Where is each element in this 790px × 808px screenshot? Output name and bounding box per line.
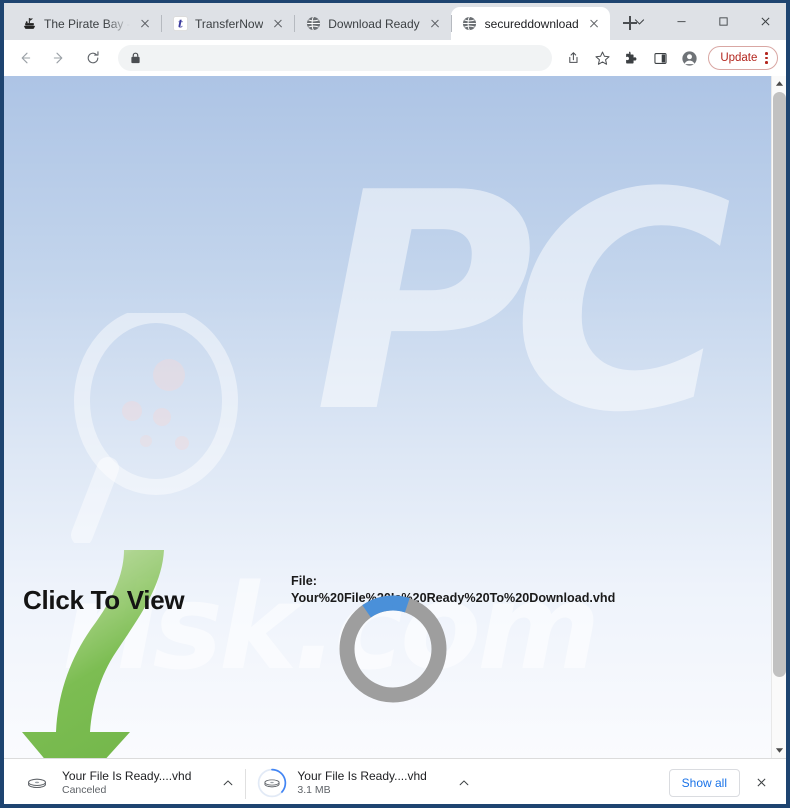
download-shelf: Your File Is Ready....vhd Canceled Your … [4, 758, 786, 804]
download-item[interactable]: Your File Is Ready....vhd 3.1 MB [245, 763, 482, 803]
curved-green-arrow-icon [12, 546, 232, 758]
minimize-button[interactable] [660, 6, 702, 38]
browser-toolbar: Update [4, 40, 786, 76]
update-label: Update [720, 52, 758, 64]
address-bar[interactable] [118, 45, 553, 71]
tab-the-pirate-bay[interactable]: The Pirate Bay - T [10, 7, 161, 40]
star-icon[interactable] [588, 44, 616, 72]
transfernow-t-icon: t [172, 16, 188, 32]
page-scrollbar[interactable] [771, 76, 786, 758]
tab-title: secureddownload [484, 16, 579, 31]
tab-download-ready[interactable]: Download Ready [294, 7, 450, 40]
svg-text:t: t [177, 16, 183, 30]
download-item[interactable]: Your File Is Ready....vhd Canceled [12, 763, 247, 803]
pirate-ship-icon [21, 16, 37, 32]
scroll-down-arrow[interactable] [772, 743, 786, 758]
download-status: 3.1 MB [297, 784, 331, 796]
globe-icon [305, 16, 321, 32]
globe-icon [462, 16, 478, 32]
watermark-pc-text: PC [314, 129, 732, 478]
vhd-disk-icon [257, 768, 287, 798]
shelf-actions: Show all [668, 768, 778, 797]
download-status: Canceled [62, 784, 107, 796]
tab-close-icon[interactable] [427, 16, 443, 32]
tab-title: The Pirate Bay - T [44, 16, 130, 31]
close-shelf-icon[interactable] [748, 770, 774, 796]
tab-secureddownload[interactable]: secureddownload [450, 7, 610, 40]
tab-strip: The Pirate Bay - T t TransferNow Downloa… [4, 3, 786, 40]
watermark-magnifier-icon [64, 307, 244, 546]
tab-close-icon[interactable] [137, 16, 153, 32]
reload-icon[interactable] [78, 44, 108, 72]
download-menu-chevron-icon[interactable] [215, 770, 241, 796]
tab-transfernow[interactable]: t TransferNow [161, 7, 294, 40]
maximize-button[interactable] [702, 6, 744, 38]
download-info: Your File Is Ready....vhd 3.1 MB [297, 769, 426, 796]
click-to-view-text: Click To View [23, 585, 185, 615]
download-filename: Your File Is Ready....vhd [62, 769, 192, 783]
scroll-up-arrow[interactable] [772, 76, 786, 91]
browser-window: The Pirate Bay - T t TransferNow Downloa… [0, 0, 790, 808]
page-content: PC risk.com Click To View File: Your%20F… [4, 76, 786, 758]
window-controls [618, 3, 786, 40]
show-all-downloads-button[interactable]: Show all [668, 768, 740, 797]
puzzle-piece-icon[interactable] [617, 44, 645, 72]
tab-title: TransferNow [195, 16, 264, 31]
tab-close-icon[interactable] [270, 16, 286, 32]
forward-arrow-icon[interactable] [44, 44, 74, 72]
download-info: Your File Is Ready....vhd Canceled [62, 769, 191, 796]
tab-title: Download Ready [328, 16, 420, 31]
close-window-button[interactable] [744, 6, 786, 38]
side-panel-icon[interactable] [646, 44, 674, 72]
update-button[interactable]: Update [708, 46, 778, 70]
download-menu-chevron-icon[interactable] [451, 770, 477, 796]
new-tab-button[interactable] [616, 9, 640, 37]
scroll-thumb[interactable] [773, 92, 786, 677]
back-arrow-icon[interactable] [10, 44, 40, 72]
tab-close-icon[interactable] [586, 16, 602, 32]
vhd-disk-icon [22, 768, 52, 798]
profile-avatar-icon[interactable] [675, 44, 703, 72]
download-filename: Your File Is Ready....vhd [297, 769, 427, 783]
share-icon[interactable] [559, 44, 587, 72]
file-label-prefix: File: [291, 574, 317, 588]
kebab-menu-icon[interactable] [762, 52, 771, 64]
loading-donut-spinner [337, 593, 449, 705]
lock-icon [130, 52, 141, 64]
